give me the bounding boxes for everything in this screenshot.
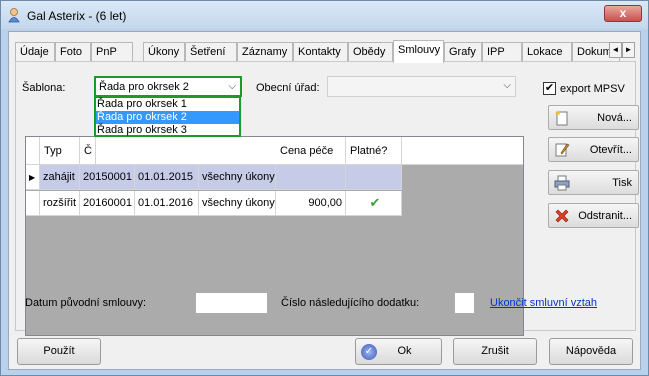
zrusit-button[interactable]: Zrušit xyxy=(453,338,537,365)
otevrit-label: Otevřít... xyxy=(589,144,632,156)
printer-icon xyxy=(554,175,570,191)
smlouvy-panel: Šablona: Řada pro okrsek 2 ⌵ Obecní úřad… xyxy=(15,61,639,336)
table-header-typ[interactable]: Typ xyxy=(40,137,80,165)
row-indicator-icon: ▶ xyxy=(26,165,40,190)
row-indicator-empty xyxy=(26,191,40,216)
tisk-button[interactable]: Tisk xyxy=(548,170,639,195)
cell-cislo[interactable]: 20150001 xyxy=(80,165,135,190)
table-header-cislo[interactable]: Č xyxy=(80,137,96,165)
sablona-option[interactable]: Řada pro okrsek 1 xyxy=(96,98,239,111)
tab-ipp[interactable]: IPP xyxy=(482,42,522,62)
napoveda-button[interactable]: Nápověda xyxy=(549,338,633,365)
chevron-down-icon: ⌵ xyxy=(503,80,511,91)
otevrit-button[interactable]: Otevřít... xyxy=(548,137,639,162)
export-mpsv-label: export MPSV xyxy=(560,83,625,95)
tab-scroll-right-button[interactable]: ► xyxy=(622,42,635,58)
odstranit-label: Odstranit... xyxy=(578,210,632,222)
sablona-value: Řada pro okrsek 2 xyxy=(99,81,189,93)
client-area: Údaje Foto PnP Úkony Šetření Záznamy Kon… xyxy=(8,31,641,370)
odstranit-button[interactable]: Odstranit... xyxy=(548,203,639,228)
check-icon: ✔ xyxy=(346,191,402,216)
nova-label: Nová... xyxy=(597,112,632,124)
table-header-cena[interactable]: Cena péče xyxy=(276,137,346,165)
ok-button[interactable]: ✓ Ok xyxy=(355,338,442,365)
tab-pnp[interactable]: PnP xyxy=(91,42,133,62)
tab-grafy[interactable]: Grafy xyxy=(444,42,482,62)
cell-platne[interactable] xyxy=(346,165,402,190)
tab-lokace[interactable]: Lokace xyxy=(522,42,572,62)
tab-obedy[interactable]: Obědy xyxy=(348,42,393,62)
pouzit-button[interactable]: Použít xyxy=(17,338,101,365)
tab-ukony[interactable]: Úkony xyxy=(143,42,185,62)
nova-button[interactable]: Nová... xyxy=(548,105,639,130)
cell-cena[interactable] xyxy=(276,165,346,190)
cell-typ[interactable]: rozšířit xyxy=(40,191,80,216)
obecni-urad-combobox[interactable]: ⌵ xyxy=(327,76,516,97)
tab-smlouvy[interactable]: Smlouvy xyxy=(393,40,444,63)
table-header-indicator xyxy=(26,137,40,165)
table-header-hidden[interactable] xyxy=(96,137,296,165)
cell-cena[interactable]: 900,00 xyxy=(276,191,346,216)
new-document-icon xyxy=(555,111,568,126)
cell-typ[interactable]: zahájit xyxy=(40,165,80,190)
chevron-down-icon: ⌵ xyxy=(228,81,236,92)
cell-cislo[interactable]: 20160001 xyxy=(80,191,135,216)
cislo-dodatku-input[interactable] xyxy=(454,292,475,314)
cell-ukony[interactable]: všechny úkony xyxy=(199,191,276,216)
tab-strip: Údaje Foto PnP Úkony Šetření Záznamy Kon… xyxy=(15,40,637,63)
tab-udaje[interactable]: Údaje xyxy=(15,42,55,62)
datum-label: Datum původní smlouvy: xyxy=(25,297,147,309)
ok-label: Ok xyxy=(397,345,412,357)
title-bar[interactable]: Gal Asterix - (6 let) x xyxy=(1,1,648,29)
cell-datum[interactable]: 01.01.2016 xyxy=(135,191,199,216)
sablona-label: Šablona: xyxy=(22,82,66,94)
export-mpsv-checkbox[interactable]: ✔ xyxy=(543,82,556,95)
obecni-urad-label: Obecní úřad: xyxy=(256,82,320,94)
sablona-option[interactable]: Řada pro okrsek 3 xyxy=(96,124,239,137)
tisk-label: Tisk xyxy=(612,177,632,189)
sablona-dropdown-list: Řada pro okrsek 1 Řada pro okrsek 2 Řada… xyxy=(94,96,241,137)
ok-check-icon: ✓ xyxy=(361,344,377,360)
table-header-platne[interactable]: Platné? xyxy=(346,137,402,165)
tab-setreni[interactable]: Šetření xyxy=(185,42,237,62)
person-icon xyxy=(8,8,20,23)
cell-datum[interactable]: 01.01.2015 xyxy=(135,165,199,190)
sablona-option-selected[interactable]: Řada pro okrsek 2 xyxy=(96,111,239,124)
tab-foto[interactable]: Foto xyxy=(55,42,91,62)
close-button[interactable]: x xyxy=(604,5,642,22)
window-title: Gal Asterix - (6 let) xyxy=(27,9,127,23)
cislo-dodatku-label: Číslo následujícího dodatku: xyxy=(281,297,420,309)
tab-zaznamy[interactable]: Záznamy xyxy=(237,42,293,62)
main-window: Gal Asterix - (6 let) x Údaje Foto PnP Ú… xyxy=(0,0,649,376)
ukoncit-link[interactable]: Ukončit smluvní vztah xyxy=(490,297,597,309)
datum-input[interactable] xyxy=(195,292,268,314)
edit-document-icon xyxy=(555,143,570,157)
sablona-combobox[interactable]: Řada pro okrsek 2 ⌵ xyxy=(94,76,242,97)
table-header-filler xyxy=(402,137,523,165)
tab-scroll-left-button[interactable]: ◄ xyxy=(609,42,622,58)
cell-ukony[interactable]: všechny úkony xyxy=(199,165,276,190)
tab-kontakty[interactable]: Kontakty xyxy=(293,42,348,62)
delete-icon xyxy=(555,209,569,223)
